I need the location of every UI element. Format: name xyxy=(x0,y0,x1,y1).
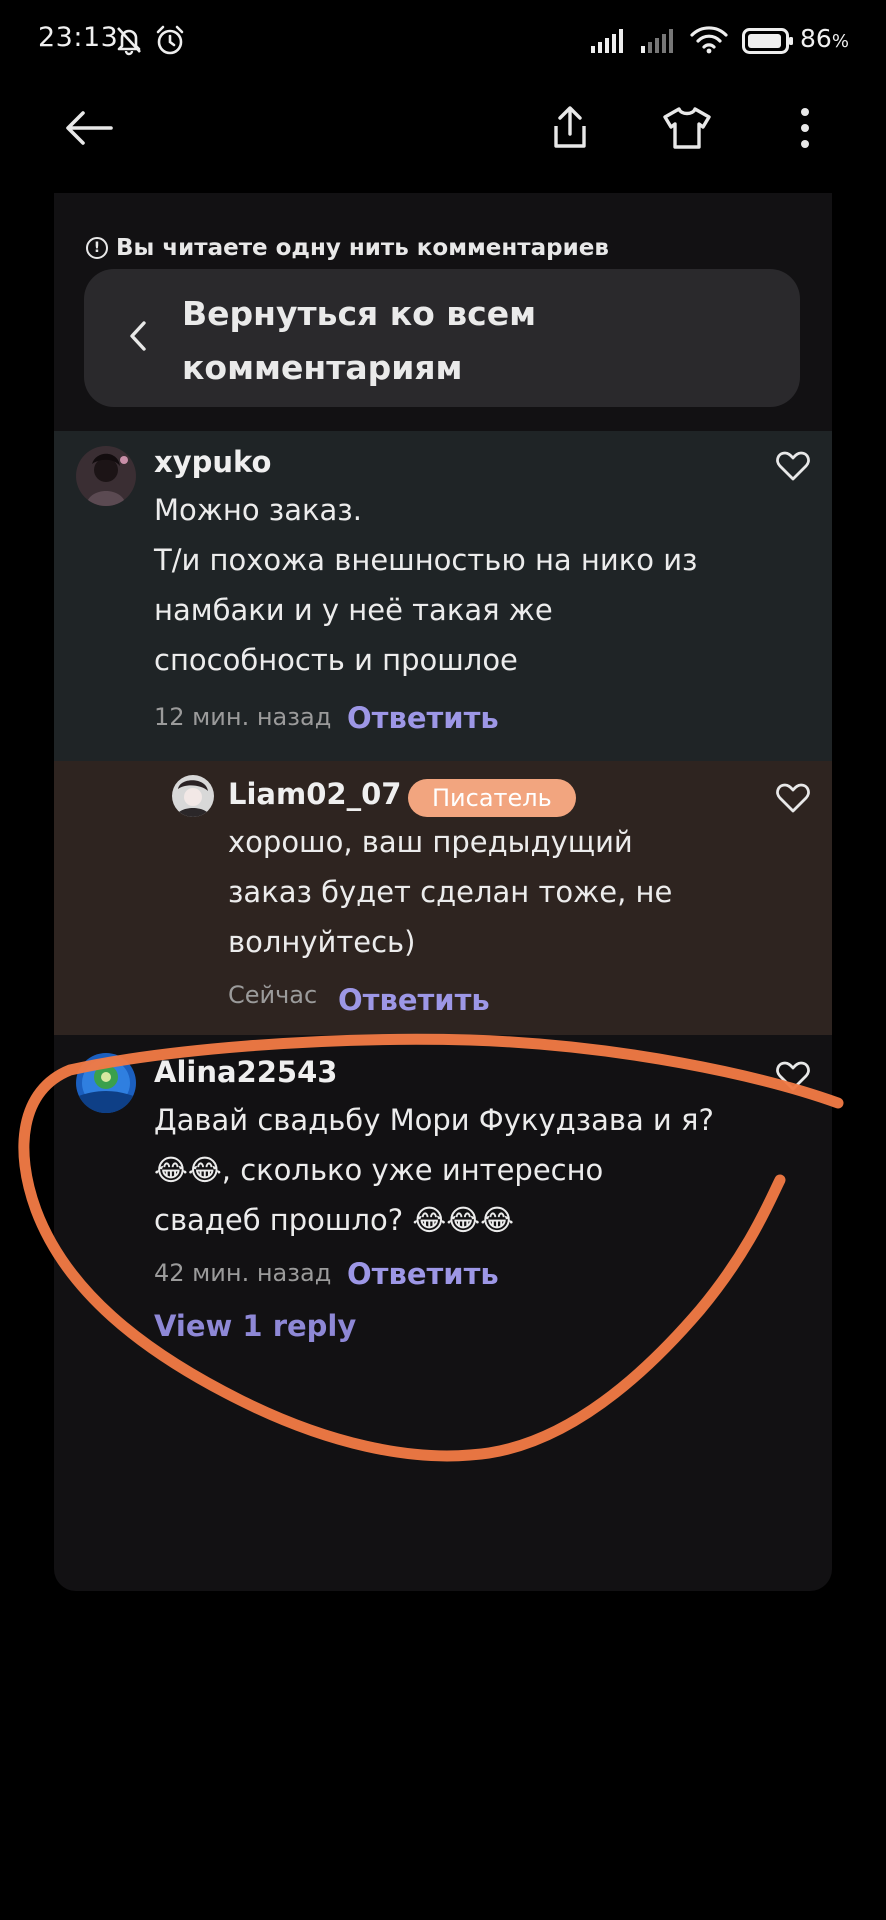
share-button[interactable] xyxy=(535,95,605,165)
comment-line: способность и прошлое xyxy=(154,643,518,677)
signal-icon xyxy=(640,28,680,58)
comment-line: намбаки и у неё такая же xyxy=(154,593,553,627)
comment-item: Liam02_07 Писатель хорошо, ваш предыдущи… xyxy=(54,761,832,1035)
signal-icon xyxy=(590,28,630,58)
shirt-icon xyxy=(661,105,713,155)
top-nav xyxy=(0,95,886,165)
back-label-line: Вернуться ко всем xyxy=(182,294,537,333)
avatar[interactable] xyxy=(76,1053,136,1113)
chevron-left-icon xyxy=(128,319,148,357)
comment-timestamp: 42 мин. назад xyxy=(154,1259,332,1287)
back-button[interactable] xyxy=(54,95,124,165)
reply-button[interactable]: Ответить xyxy=(347,1257,499,1291)
comment-line: 😂😂, сколько уже интересно xyxy=(154,1153,604,1187)
comment-body: Давай свадьбу Мори Фукудзава и я? 😂😂, ск… xyxy=(154,1095,714,1245)
battery-icon xyxy=(742,28,794,58)
comment-item: Alina22543 Давай свадьбу Мори Фукудзава … xyxy=(54,1035,832,1395)
reply-button[interactable]: Ответить xyxy=(347,701,499,735)
writer-badge: Писатель xyxy=(408,779,576,817)
comment-timestamp: Сейчас xyxy=(228,981,318,1009)
thread-notice-text: Вы читаете одну нить комментариев xyxy=(116,235,609,261)
comment-username[interactable]: Alina22543 xyxy=(154,1055,337,1089)
status-bar: 23:13 86% xyxy=(0,0,886,82)
comment-username[interactable]: xypuko xyxy=(154,445,271,479)
comment-username[interactable]: Liam02_07 xyxy=(228,777,401,811)
comment-timestamp: 12 мин. назад xyxy=(154,703,332,731)
comment-line: Давай свадьбу Мори Фукудзава и я? xyxy=(154,1103,714,1137)
comment-line: Т/и похожа внешностью на нико из xyxy=(154,543,698,577)
like-heart-icon[interactable] xyxy=(776,1061,816,1097)
comment-body: хорошо, ваш предыдущий заказ будет сдела… xyxy=(228,817,672,967)
back-to-all-comments-label: Вернуться ко всем комментариям xyxy=(182,287,602,395)
comment-line: свадеб прошло? 😂😂😂 xyxy=(154,1203,514,1237)
comment-line: заказ будет сделан тоже, не xyxy=(228,875,673,909)
alarm-icon xyxy=(154,24,186,60)
wifi-icon xyxy=(690,26,728,58)
comment-line: Можно заказ. xyxy=(154,493,362,527)
reply-button[interactable]: Ответить xyxy=(338,983,490,1017)
comment-line: хорошо, ваш предыдущий xyxy=(228,825,633,859)
comments-panel: ! Вы читаете одну нить комментариев Верн… xyxy=(54,193,832,1591)
share-icon xyxy=(548,104,592,156)
comment-body: Можно заказ. Т/и похожа внешностью на ни… xyxy=(154,485,697,685)
comment-line: волнуйтесь) xyxy=(228,925,416,959)
theme-button[interactable] xyxy=(652,95,722,165)
bell-off-icon xyxy=(114,24,144,60)
view-replies-link[interactable]: View 1 reply xyxy=(154,1309,356,1343)
avatar[interactable] xyxy=(76,446,136,506)
avatar[interactable] xyxy=(172,775,214,817)
thread-notice: ! Вы читаете одну нить комментариев xyxy=(86,233,609,263)
like-heart-icon[interactable] xyxy=(776,783,816,819)
status-time: 23:13 xyxy=(38,22,119,53)
more-vertical-icon xyxy=(799,106,811,154)
more-button[interactable] xyxy=(770,95,840,165)
info-icon: ! xyxy=(86,237,108,259)
like-heart-icon[interactable] xyxy=(776,451,816,487)
back-label-line: комментариям xyxy=(182,348,463,387)
comment-item: xypuko Можно заказ. Т/и похожа внешность… xyxy=(54,431,832,761)
battery-percent: 86% xyxy=(800,24,849,53)
back-arrow-icon xyxy=(63,108,115,152)
back-to-all-comments-button[interactable]: Вернуться ко всем комментариям xyxy=(84,269,800,407)
